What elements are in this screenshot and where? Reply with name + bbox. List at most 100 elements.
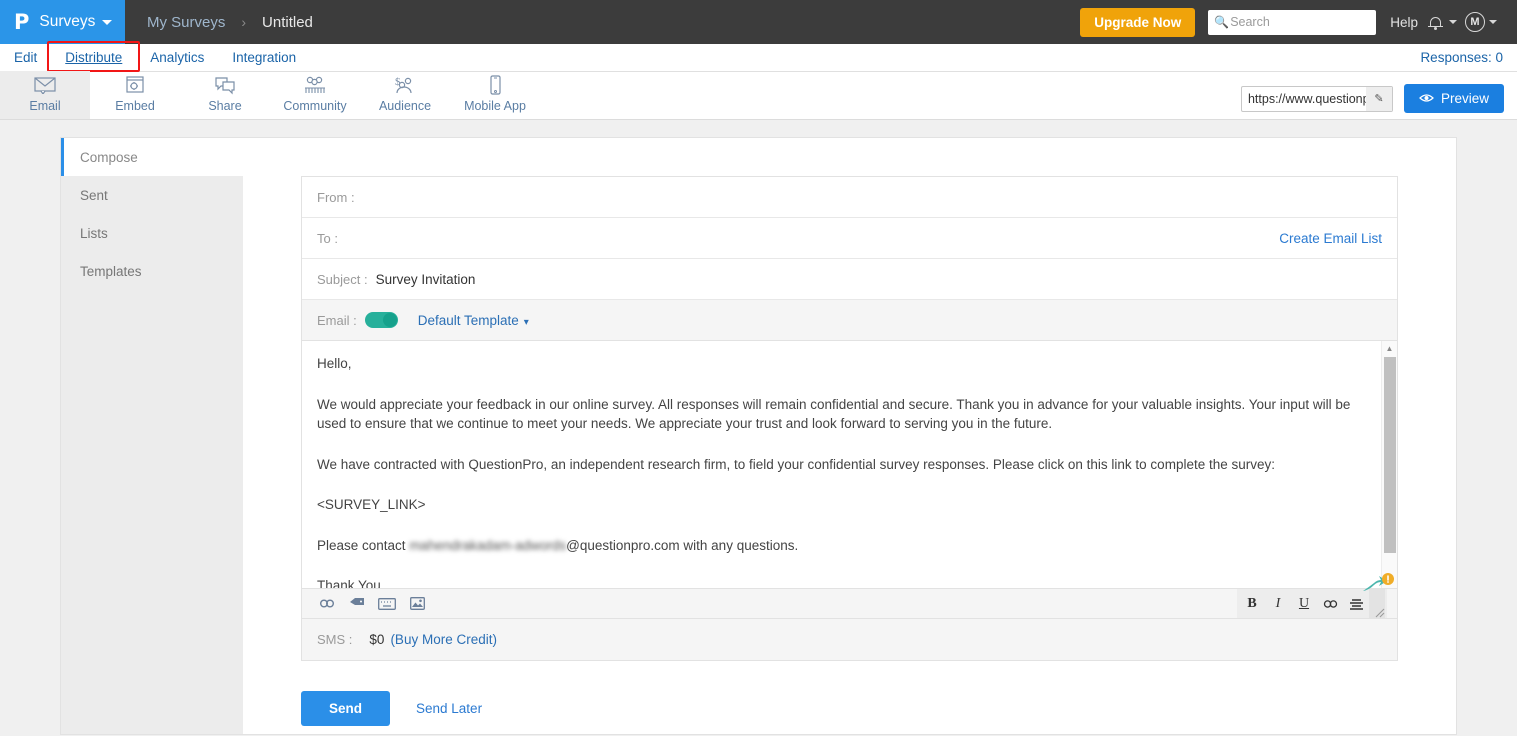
warning-badge-icon[interactable] <box>1361 573 1395 595</box>
sidebar-item-lists[interactable]: Lists <box>61 214 243 252</box>
audience-dollar-people-icon: $ <box>393 75 417 96</box>
channel-embed[interactable]: Embed <box>90 71 180 119</box>
email-template-row: Email : Default Template ▾ <box>302 300 1397 341</box>
questionpro-logo-icon: P <box>14 9 30 34</box>
body-survey-link-token: <SURVEY_LINK> <box>317 497 426 513</box>
avatar[interactable]: M <box>1465 12 1485 32</box>
link-icon[interactable] <box>312 593 342 615</box>
preview-button[interactable]: Preview <box>1403 84 1504 113</box>
underline-icon[interactable]: U <box>1291 589 1317 618</box>
email-body-content[interactable]: Hello, We would appreciate your feedback… <box>302 341 1397 589</box>
sms-row: SMS : $0 (Buy More Credit) <box>302 619 1397 660</box>
insert-link-icon[interactable] <box>1317 589 1343 618</box>
help-link[interactable]: Help <box>1390 15 1418 30</box>
sms-label: SMS : <box>317 632 353 647</box>
search-input[interactable] <box>1230 9 1392 35</box>
sidebar-filler <box>61 290 243 734</box>
breadcrumb: My Surveys › Untitled <box>147 14 313 31</box>
chevron-down-icon[interactable] <box>102 19 113 25</box>
contact-redacted-email-local-part: mahendrakadam-adwords <box>409 537 567 553</box>
tab-distribute[interactable]: Distribute <box>51 44 136 72</box>
eye-icon <box>1419 91 1434 106</box>
channel-email-label: Email <box>29 98 61 113</box>
survey-url-group: https://www.questionpro.com/t/APITFZe ✎ … <box>1240 84 1517 119</box>
body-greeting: Hello, <box>317 356 352 371</box>
distribution-channel-bar: Email Embed Share Community $ Audience M… <box>0 71 1517 120</box>
brand-home-link[interactable]: P Surveys <box>0 0 125 44</box>
keyboard-icon[interactable] <box>372 593 402 615</box>
create-email-list-link[interactable]: Create Email List <box>1279 231 1382 246</box>
sms-balance-amount: $0 <box>369 632 385 647</box>
top-bar-right-group: Upgrade Now 🔍 Help M <box>1080 7 1517 37</box>
tab-analytics[interactable]: Analytics <box>136 44 218 72</box>
subject-value: Survey Invitation <box>375 271 476 287</box>
search-icon: 🔍 <box>1214 15 1230 29</box>
primary-tab-bar: Edit Distribute Analytics Integration Re… <box>0 41 1517 72</box>
image-icon[interactable] <box>402 593 432 615</box>
sidebar-item-templates[interactable]: Templates <box>61 252 243 290</box>
body-paragraph-1: We would appreciate your feedback in our… <box>317 396 1351 432</box>
to-row[interactable]: To : Create Email List <box>302 218 1397 259</box>
account-chevron-down-icon[interactable] <box>1489 20 1497 24</box>
chevron-down-icon: ▾ <box>523 316 529 328</box>
survey-url-field[interactable]: https://www.questionpro.com/t/APITFZe ✎ <box>1240 85 1393 112</box>
editor-toolbar: B I U <box>302 573 1397 619</box>
breadcrumb-my-surveys[interactable]: My Surveys <box>147 14 225 31</box>
channel-community[interactable]: Community <box>270 71 360 119</box>
italic-icon[interactable]: I <box>1265 589 1291 618</box>
sidebar-item-label: Sent <box>80 187 108 203</box>
channel-mobile-app-label: Mobile App <box>464 98 526 113</box>
channel-email[interactable]: Email <box>0 71 90 119</box>
breadcrumb-current-survey: Untitled <box>262 13 313 31</box>
channel-community-label: Community <box>283 98 347 113</box>
from-row[interactable]: From : <box>302 177 1397 218</box>
sidebar-item-label: Lists <box>80 225 108 241</box>
channel-mobile-app[interactable]: Mobile App <box>450 71 540 119</box>
community-people-icon <box>303 75 327 96</box>
scrollbar-thumb[interactable] <box>1384 357 1396 553</box>
mobile-phone-icon <box>489 75 502 96</box>
bold-icon[interactable]: B <box>1239 589 1265 618</box>
distribute-card: Compose Sent Lists Templates From : To : <box>60 137 1457 735</box>
tag-icon[interactable] <box>342 593 372 615</box>
compose-form: From : To : Create Email List Subject : … <box>301 176 1398 661</box>
upgrade-now-button[interactable]: Upgrade Now <box>1080 7 1196 37</box>
channel-share[interactable]: Share <box>180 71 270 119</box>
body-contact-line: Please contact mahendrakadam-adwords@que… <box>317 536 1375 556</box>
send-later-link[interactable]: Send Later <box>416 701 482 716</box>
email-toggle-label: Email : <box>317 312 357 328</box>
tab-integration[interactable]: Integration <box>218 44 310 72</box>
channel-share-label: Share <box>208 98 242 113</box>
top-bar: P Surveys My Surveys › Untitled Upgrade … <box>0 0 1517 44</box>
breadcrumb-separator-icon: › <box>241 14 247 30</box>
compose-actions: Send Send Later <box>301 691 1398 726</box>
email-body-editor[interactable]: Hello, We would appreciate your feedback… <box>302 341 1397 589</box>
template-selector[interactable]: Default Template ▾ <box>418 313 529 328</box>
to-label: To : <box>317 230 338 246</box>
editor-scrollbar[interactable]: ▲ <box>1381 341 1397 588</box>
notifications-chevron-down-icon[interactable] <box>1449 20 1457 24</box>
contact-suffix: @questionpro.com with any questions. <box>566 537 799 553</box>
envelope-icon <box>34 75 56 96</box>
bell-icon[interactable] <box>1428 15 1443 30</box>
template-selector-label: Default Template <box>417 312 519 328</box>
send-button[interactable]: Send <box>301 691 391 726</box>
email-enabled-toggle[interactable] <box>364 312 398 328</box>
sidebar-item-sent[interactable]: Sent <box>61 176 243 214</box>
sidebar-item-label: Templates <box>80 263 142 279</box>
from-label: From : <box>317 189 355 205</box>
pencil-icon[interactable]: ✎ <box>1365 86 1392 111</box>
channel-audience[interactable]: $ Audience <box>360 71 450 119</box>
tab-edit[interactable]: Edit <box>0 44 51 72</box>
compose-sidebar: Compose Sent Lists Templates <box>61 138 243 734</box>
sidebar-item-compose[interactable]: Compose <box>61 138 243 176</box>
responses-counter: Responses: 0 <box>1420 50 1503 65</box>
buy-more-credit-link[interactable]: (Buy More Credit) <box>390 632 497 647</box>
preview-button-label: Preview <box>1440 91 1489 106</box>
body-signoff: Thank You <box>317 578 381 589</box>
page-body: Compose Sent Lists Templates From : To : <box>0 120 1517 735</box>
scroll-up-arrow-icon[interactable]: ▲ <box>1382 341 1397 355</box>
search-box[interactable]: 🔍 <box>1208 9 1392 35</box>
channel-embed-label: Embed <box>115 98 155 113</box>
subject-row[interactable]: Subject : Survey Invitation <box>302 259 1397 300</box>
